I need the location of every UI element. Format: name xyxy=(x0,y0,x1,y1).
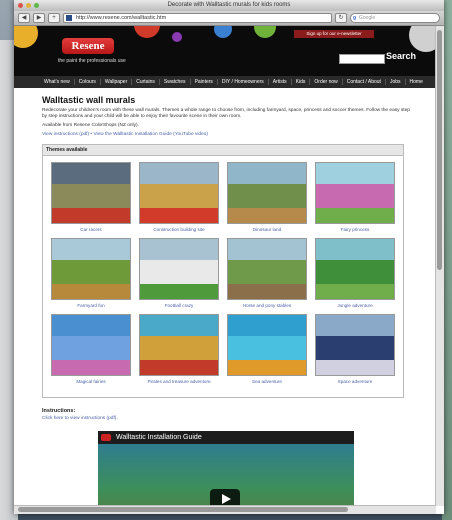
nav-item[interactable]: Swatches xyxy=(160,79,191,85)
theme-item[interactable]: Sea adventure xyxy=(223,314,311,384)
theme-item[interactable]: Car racers xyxy=(47,162,135,232)
scrollbar-thumb[interactable] xyxy=(437,30,442,270)
nav-item[interactable]: Home xyxy=(406,79,427,85)
availability-text: Available from Resene ColorShops (NZ onl… xyxy=(42,123,139,128)
newsletter-signup-link[interactable]: Sign up for our e-newsletter xyxy=(294,30,374,38)
scrollbar-thumb[interactable] xyxy=(18,507,348,512)
zoom-icon[interactable] xyxy=(34,3,39,8)
video-titlebar: Walltastic Installation Guide xyxy=(98,431,354,444)
theme-caption[interactable]: Farmyard fun xyxy=(47,303,135,308)
theme-caption[interactable]: Magical fairies xyxy=(47,379,135,384)
site-banner: Resene the paint the professionals use S… xyxy=(14,26,444,76)
resene-logo[interactable]: Resene xyxy=(62,38,114,54)
theme-thumbnail[interactable] xyxy=(227,314,307,376)
theme-caption[interactable]: Dinosaur land xyxy=(223,227,311,232)
site-nav: What's new Colours Wallpaper Curtains Sw… xyxy=(14,76,444,88)
video-title: Walltastic Installation Guide xyxy=(116,434,202,441)
browser-toolbar: ◀ ▶ + http://www.resene.com/walltastic.h… xyxy=(14,11,444,26)
theme-caption[interactable]: Horse and pony stables xyxy=(223,303,311,308)
theme-item[interactable]: Fairy princess xyxy=(311,162,399,232)
site-search-input[interactable] xyxy=(339,54,385,64)
back-button[interactable]: ◀ xyxy=(18,13,30,23)
decor-dot xyxy=(214,26,232,38)
themes-panel: Themes available Car racers Construction … xyxy=(42,144,404,398)
theme-item[interactable]: Construction building site xyxy=(135,162,223,232)
close-icon[interactable] xyxy=(18,3,23,8)
theme-item[interactable]: Space adventure xyxy=(311,314,399,384)
decor-dot xyxy=(172,32,182,42)
theme-item[interactable]: Magical fairies xyxy=(47,314,135,384)
instructions-heading: Instructions: xyxy=(42,408,76,414)
theme-thumbnail[interactable] xyxy=(139,162,219,224)
theme-caption[interactable]: Construction building site xyxy=(135,227,223,232)
main-content: Walltastic wall murals Redecorate your c… xyxy=(14,88,444,514)
page-title: Walltastic wall murals xyxy=(42,95,136,105)
theme-item[interactable]: Dinosaur land xyxy=(223,162,311,232)
theme-thumbnail[interactable] xyxy=(315,162,395,224)
window-titlebar: Decorate with Walltastic murals for kids… xyxy=(14,0,444,11)
theme-item[interactable]: Farmyard fun xyxy=(47,238,135,308)
nav-item[interactable]: Curtains xyxy=(132,79,160,85)
theme-caption[interactable]: Fairy princess xyxy=(311,227,399,232)
theme-thumbnail[interactable] xyxy=(227,238,307,300)
nav-item[interactable]: Wallpaper xyxy=(101,79,133,85)
browser-window: Decorate with Walltastic murals for kids… xyxy=(14,0,444,514)
theme-thumbnail[interactable] xyxy=(51,238,131,300)
nav-item[interactable]: Painters xyxy=(191,79,218,85)
theme-item[interactable]: Football crazy xyxy=(135,238,223,308)
decor-dot xyxy=(14,26,38,48)
nav-item[interactable]: What's new xyxy=(40,79,75,85)
search-placeholder: Google xyxy=(359,15,376,21)
theme-caption[interactable]: Space adventure xyxy=(311,379,399,384)
theme-thumbnail[interactable] xyxy=(315,314,395,376)
decor-dot xyxy=(254,26,276,38)
address-text: http://www.resene.com/walltastic.htm xyxy=(76,15,167,21)
reload-button[interactable]: ↻ xyxy=(335,13,347,23)
vertical-scrollbar[interactable] xyxy=(435,26,444,506)
nav-item[interactable]: Colours xyxy=(75,79,101,85)
theme-caption[interactable]: Sea adventure xyxy=(223,379,311,384)
theme-caption[interactable]: Car racers xyxy=(47,227,135,232)
themes-heading: Themes available xyxy=(43,145,403,156)
theme-caption[interactable]: Pirates and treasure adventure xyxy=(135,379,223,384)
intro-text: Redecorate your children's room with the… xyxy=(42,108,410,119)
theme-caption[interactable]: Football crazy xyxy=(135,303,223,308)
nav-item[interactable]: Contact / About xyxy=(343,79,386,85)
instructions-video-links[interactable]: View instructions (pdf) • View the Wallt… xyxy=(42,132,208,137)
nav-item[interactable]: Artists xyxy=(269,79,292,85)
google-icon: g xyxy=(353,15,357,21)
video-player[interactable]: Walltastic Installation Guide xyxy=(98,431,354,514)
youtube-icon xyxy=(101,434,111,441)
theme-thumbnail[interactable] xyxy=(139,238,219,300)
theme-thumbnail[interactable] xyxy=(315,238,395,300)
theme-thumbnail[interactable] xyxy=(51,314,131,376)
web-page: Resene the paint the professionals use S… xyxy=(14,26,444,514)
minimize-icon[interactable] xyxy=(26,3,31,8)
themes-grid: Car racers Construction building site Dino… xyxy=(43,156,403,384)
instructions-pdf-link[interactable]: Click here to view instructions (pdf). xyxy=(42,416,118,421)
theme-thumbnail[interactable] xyxy=(139,314,219,376)
site-tagline: the paint the professionals use xyxy=(58,58,126,64)
decor-dot xyxy=(134,26,160,38)
nav-item[interactable]: Jobs xyxy=(386,79,406,85)
nav-item[interactable]: Order now xyxy=(310,79,343,85)
theme-thumbnail[interactable] xyxy=(227,162,307,224)
theme-item[interactable]: Jungle adventure xyxy=(311,238,399,308)
horizontal-scrollbar[interactable] xyxy=(14,505,436,514)
forward-button[interactable]: ▶ xyxy=(33,13,45,23)
favicon-icon xyxy=(66,15,72,21)
window-title: Decorate with Walltastic murals for kids… xyxy=(167,2,291,8)
search-field[interactable]: g Google xyxy=(350,13,440,23)
nav-item[interactable]: Kids xyxy=(292,79,311,85)
window-controls xyxy=(18,3,39,8)
site-search-button[interactable]: Search xyxy=(386,51,416,61)
theme-caption[interactable]: Jungle adventure xyxy=(311,303,399,308)
theme-item[interactable]: Horse and pony stables xyxy=(223,238,311,308)
nav-item[interactable]: DIY / Homeowners xyxy=(218,79,269,85)
address-bar[interactable]: http://www.resene.com/walltastic.htm xyxy=(63,13,332,23)
theme-thumbnail[interactable] xyxy=(51,162,131,224)
theme-item[interactable]: Pirates and treasure adventure xyxy=(135,314,223,384)
add-bookmark-button[interactable]: + xyxy=(48,13,60,23)
